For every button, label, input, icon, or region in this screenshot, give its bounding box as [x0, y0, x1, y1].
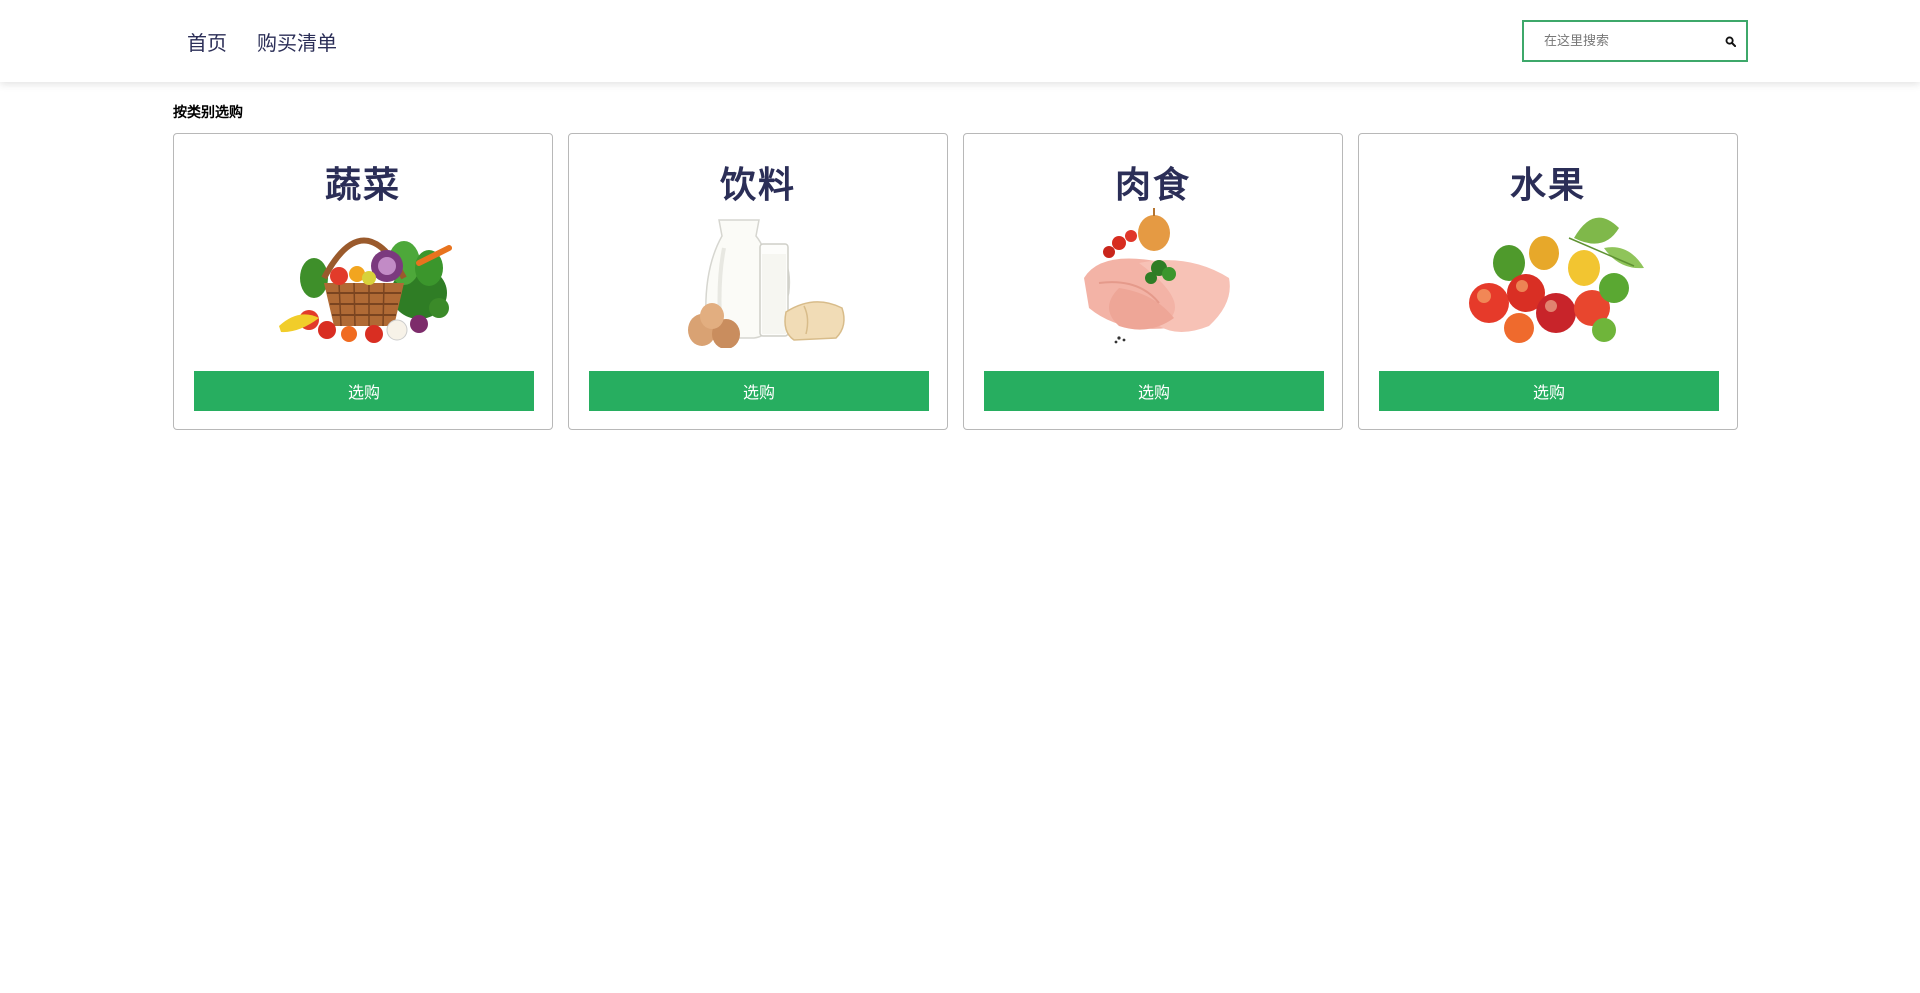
nav-shopping-list-link[interactable]: 购买清单: [257, 27, 337, 56]
top-navbar: 首页 购买清单: [0, 0, 1920, 82]
category-card-drinks: 饮料 选购: [568, 133, 948, 430]
category-cards: 蔬菜 选购 饮料 选购 肉食 选购 水果 选购: [173, 133, 1747, 430]
category-title: 肉食: [1114, 165, 1191, 206]
search-button[interactable]: [1714, 22, 1746, 60]
category-card-fruits: 水果 选购: [1358, 133, 1738, 430]
main-nav: 首页 购买清单: [187, 0, 337, 82]
raw-chicken-image: [1084, 208, 1230, 344]
search-box: [1522, 20, 1748, 62]
shop-button[interactable]: 选购: [984, 371, 1324, 411]
search-input[interactable]: [1524, 23, 1714, 59]
shop-button[interactable]: 选购: [1379, 371, 1719, 411]
search-icon: [1725, 36, 1736, 47]
section-title: 按类别选购: [173, 105, 243, 121]
category-title: 蔬菜: [324, 165, 401, 206]
category-title: 饮料: [719, 165, 796, 206]
nav-home-link[interactable]: 首页: [187, 27, 227, 56]
shop-button[interactable]: 选购: [589, 371, 929, 411]
category-title: 水果: [1509, 165, 1586, 206]
fruits-image: [1469, 217, 1644, 343]
vegetable-basket-image: [279, 237, 452, 343]
milk-eggs-bread-image: [688, 219, 845, 348]
category-card-meat: 肉食 选购: [963, 133, 1343, 430]
shop-button[interactable]: 选购: [194, 371, 534, 411]
category-card-vegetables: 蔬菜 选购: [173, 133, 553, 430]
